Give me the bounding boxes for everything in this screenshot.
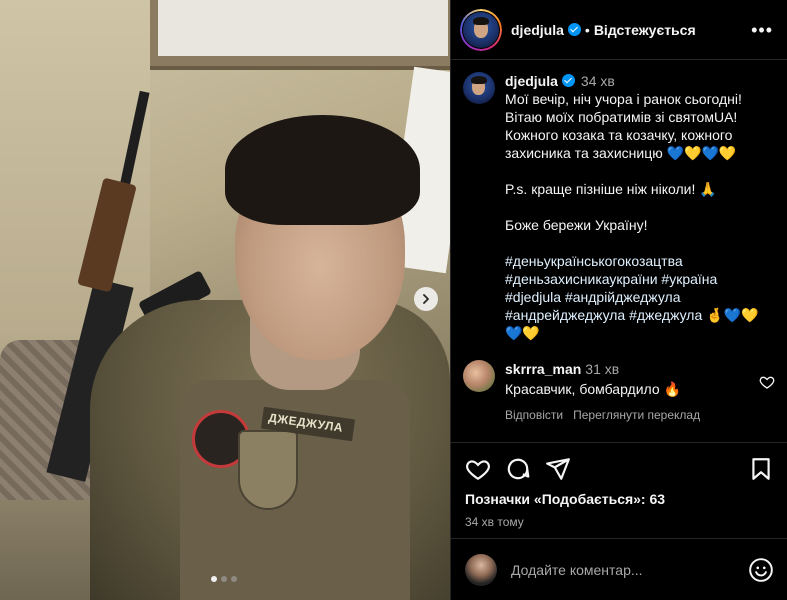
carousel-dot xyxy=(231,576,237,582)
caption-avatar[interactable] xyxy=(463,72,495,104)
hashtag-line[interactable]: #андрейджеджула #джеджула 🤞💙💛 xyxy=(505,306,758,324)
caption-line: 💙💛 xyxy=(505,325,540,341)
post-time: 34 хв тому xyxy=(465,515,524,529)
post-panel: djedjula • Відстежується ••• djedjula 34 … xyxy=(450,0,787,600)
post-actions: Позначки «Подобається»: 63 34 хв тому xyxy=(451,442,787,529)
caption-time: 34 хв xyxy=(580,73,615,89)
chevron-right-icon xyxy=(423,294,429,304)
caption-line: Мої вечір, ніч учора і ранок сьогодні! xyxy=(505,91,742,107)
author-username[interactable]: djedjula xyxy=(511,22,564,38)
caption-line: Вітаю моїх побратимів зі святомUA! xyxy=(505,109,738,125)
caption-body: djedjula 34 хв Мої вечір, ніч учора і ран… xyxy=(505,72,758,342)
comment-text: Красавчик, бомбардило 🔥 xyxy=(505,381,681,397)
emoji-icon[interactable] xyxy=(748,557,774,583)
post-header: djedjula • Відстежується ••• xyxy=(451,0,787,60)
more-icon[interactable]: ••• xyxy=(751,21,773,39)
commenter-avatar[interactable] xyxy=(463,360,495,392)
following-button[interactable]: Відстежується xyxy=(594,22,696,38)
likes-count[interactable]: Позначки «Подобається»: 63 xyxy=(465,491,774,507)
comment-icon[interactable] xyxy=(505,456,531,482)
caption-line: захисника та захисницю 💙💛💙💛 xyxy=(505,145,737,161)
comment-input[interactable] xyxy=(511,561,748,578)
carousel-dot xyxy=(211,576,217,582)
caption-line: Кожного козака та козачку, кожного xyxy=(505,127,733,143)
add-comment-bar xyxy=(451,538,787,600)
action-row xyxy=(465,443,774,495)
caption-line: Боже бережи Україну! xyxy=(505,217,648,233)
hashtag-line[interactable]: #деньзахисникаукраїни #україна xyxy=(505,270,758,288)
post-caption: djedjula 34 хв Мої вечір, ніч учора і ран… xyxy=(463,72,775,342)
comment-actions: Відповісти Переглянути переклад xyxy=(505,406,753,424)
carousel-dots xyxy=(211,576,237,582)
comment-time: 31 хв xyxy=(585,361,620,377)
hashtag-line[interactable]: #djedjula #андрійджеджула xyxy=(505,288,758,306)
comment-item: skrrra_man 31 хв Красавчик, бомбардило 🔥 … xyxy=(463,360,775,424)
comments-section: djedjula 34 хв Мої вечір, ніч учора і ран… xyxy=(451,60,787,442)
heart-icon[interactable] xyxy=(759,374,775,390)
verified-icon xyxy=(561,74,575,87)
reply-button[interactable]: Відповісти xyxy=(505,406,563,424)
next-photo-button[interactable] xyxy=(414,287,438,311)
header-separator: • xyxy=(584,21,590,38)
post-photo[interactable]: ДЖЕДЖУЛА xyxy=(0,0,450,600)
heart-icon[interactable] xyxy=(465,456,491,482)
photo-patch-shield xyxy=(238,430,298,510)
commenter-username[interactable]: skrrra_man xyxy=(505,361,581,377)
caption-line: P.s. краще пізніше ніж ніколи! 🙏 xyxy=(505,181,717,197)
hashtag-line[interactable]: #деньукраїнськогокозацтва xyxy=(505,252,758,270)
share-icon[interactable] xyxy=(545,456,571,482)
current-user-avatar xyxy=(465,553,497,586)
photo-paper xyxy=(158,0,448,56)
author-avatar[interactable] xyxy=(463,11,499,48)
photo-hair xyxy=(225,115,420,225)
caption-username[interactable]: djedjula xyxy=(505,73,558,89)
translate-button[interactable]: Переглянути переклад xyxy=(573,406,700,424)
verified-icon xyxy=(567,23,581,36)
bookmark-icon[interactable] xyxy=(748,456,774,482)
carousel-dot xyxy=(221,576,227,582)
comment-body: skrrra_man 31 хв Красавчик, бомбардило 🔥 … xyxy=(505,360,753,424)
